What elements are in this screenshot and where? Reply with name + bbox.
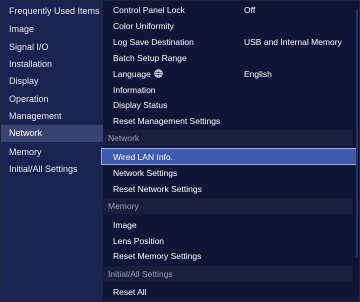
scrollbar[interactable]	[356, 3, 358, 299]
section-header-network: Network	[103, 130, 353, 146]
menu-row-reset-all[interactable]: Reset All	[103, 284, 353, 300]
row-label: Color Uniformity	[113, 21, 174, 31]
sidebar-item-installation[interactable]: Installation	[1, 56, 103, 73]
row-label: Language	[113, 69, 151, 79]
row-label: Image	[113, 220, 137, 230]
projector-menu-screen: Frequently Used Items Image Signal I/O I…	[0, 0, 360, 302]
menu-row-network-settings[interactable]: Network Settings	[103, 165, 353, 181]
sidebar-item-network[interactable]: Network	[1, 125, 103, 142]
sidebar-item-operation[interactable]: Operation	[1, 91, 103, 108]
sidebar-item-initial-all-settings[interactable]: Initial/All Settings	[1, 161, 103, 178]
row-label: Reset Network Settings	[113, 184, 202, 194]
sidebar-item-display[interactable]: Display	[1, 73, 103, 90]
row-label: Control Panel Lock	[113, 5, 185, 15]
row-label: Reset Management Settings	[113, 116, 221, 126]
menu-row-display-status[interactable]: Display Status	[103, 97, 353, 113]
menu-row-batch-setup-range[interactable]: Batch Setup Range	[103, 50, 353, 66]
row-label: Reset All	[113, 287, 147, 297]
scrollbar-thumb[interactable]	[356, 9, 358, 257]
menu-row-reset-network-settings[interactable]: Reset Network Settings	[103, 181, 353, 197]
menu-row-log-save-destination[interactable]: Log Save Destination USB and Internal Me…	[103, 34, 353, 50]
section-label: Memory	[108, 201, 139, 211]
menu-row-reset-management-settings[interactable]: Reset Management Settings	[103, 113, 353, 129]
row-label: Batch Setup Range	[113, 53, 187, 63]
menu-row-information[interactable]: Information	[103, 82, 353, 98]
section-header-initial-all-settings: Initial/All Settings	[103, 266, 353, 282]
category-sidebar: Frequently Used Items Image Signal I/O I…	[1, 1, 103, 301]
row-value: USB and Internal Memory	[244, 37, 342, 47]
menu-row-memory-image[interactable]: Image	[103, 217, 353, 233]
row-label: Display Status	[113, 100, 168, 110]
row-label: Lens Position	[113, 236, 165, 246]
section-label: Initial/All Settings	[108, 269, 173, 279]
row-label: Log Save Destination	[113, 37, 194, 47]
row-label: Network Settings	[113, 168, 178, 178]
sidebar-item-signal-io[interactable]: Signal I/O	[1, 39, 103, 56]
section-header-memory: Memory	[103, 198, 353, 214]
section-label: Network	[108, 133, 140, 143]
row-value: English	[244, 69, 272, 79]
sidebar-item-frequently-used[interactable]: Frequently Used Items	[1, 3, 103, 20]
menu-row-control-panel-lock[interactable]: Control Panel Lock Off	[103, 2, 353, 18]
sidebar-item-management[interactable]: Management	[1, 108, 103, 125]
row-label: Reset Memory Settings	[113, 251, 202, 261]
menu-row-lens-position[interactable]: Lens Position	[103, 233, 353, 249]
row-label-wrap: Language	[113, 66, 163, 82]
row-value: Off	[244, 5, 256, 15]
menu-row-color-uniformity[interactable]: Color Uniformity	[103, 18, 353, 34]
row-label: Wired LAN Info.	[113, 152, 173, 162]
menu-row-language[interactable]: Language English	[103, 66, 353, 82]
sidebar-item-image[interactable]: Image	[1, 21, 103, 38]
settings-list: Control Panel Lock Off Color Uniformity …	[101, 1, 359, 301]
menu-row-reset-memory-settings[interactable]: Reset Memory Settings	[103, 248, 353, 264]
menu-row-wired-lan-info[interactable]: Wired LAN Info.	[101, 148, 357, 165]
row-label: Information	[113, 85, 156, 95]
sidebar-item-memory[interactable]: Memory	[1, 144, 103, 161]
globe-icon	[154, 69, 163, 78]
